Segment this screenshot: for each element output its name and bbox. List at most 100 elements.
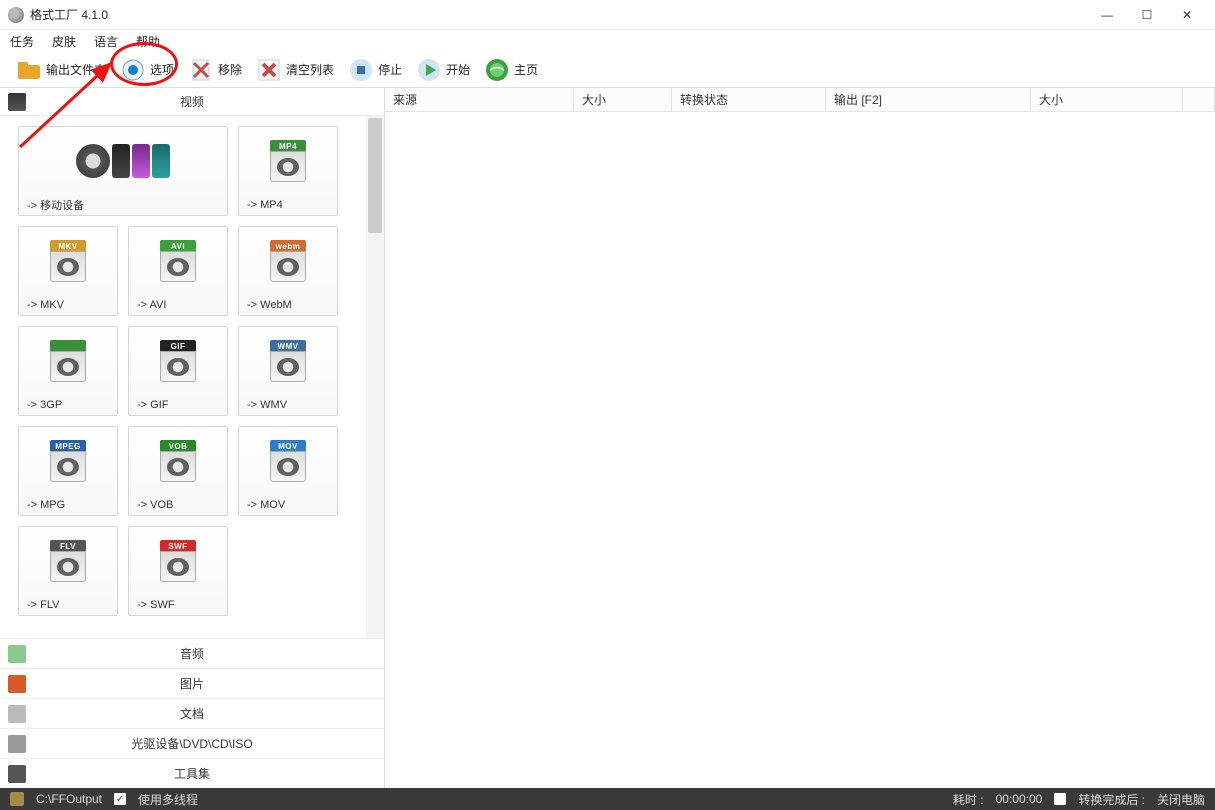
multithread-checkbox[interactable]: ✓ xyxy=(114,793,126,805)
format-tile-avi[interactable]: AVI-> AVI xyxy=(128,226,228,316)
format-icon: VOB xyxy=(129,427,227,495)
home-icon xyxy=(484,57,510,83)
clear-icon xyxy=(256,57,282,83)
main-area: 视频 -> 移动设备MP4-> MP4MKV-> MKVAVI-> AVIweb… xyxy=(0,88,1215,788)
remove-label: 移除 xyxy=(218,61,242,78)
start-label: 开始 xyxy=(446,61,470,78)
column-来源[interactable]: 来源 xyxy=(385,88,574,111)
format-tile-mkv[interactable]: MKV-> MKV xyxy=(18,226,118,316)
category-row-文档[interactable]: 文档 xyxy=(0,698,384,728)
category-icon xyxy=(8,765,26,783)
stop-label: 停止 xyxy=(378,61,402,78)
category-row-音频[interactable]: 音频 xyxy=(0,638,384,668)
app-icon xyxy=(8,7,24,23)
shutdown-checkbox[interactable]: . xyxy=(1054,793,1066,805)
format-tile-wmv[interactable]: WMV-> WMV xyxy=(238,326,338,416)
clear-label: 清空列表 xyxy=(286,61,334,78)
video-category-icon xyxy=(8,93,26,111)
left-panel: 视频 -> 移动设备MP4-> MP4MKV-> MKVAVI-> AVIweb… xyxy=(0,88,385,788)
category-icon xyxy=(8,645,26,663)
format-label: -> 3GP xyxy=(19,395,117,415)
column-输出 [F2][interactable]: 输出 [F2] xyxy=(826,88,1031,111)
elapsed-value: 00:00:00 xyxy=(996,792,1043,806)
start-button[interactable]: 开始 xyxy=(410,55,476,85)
options-label: 选项 xyxy=(150,61,174,78)
category-video-header[interactable]: 视频 xyxy=(0,88,384,116)
format-tile-vob[interactable]: VOB-> VOB xyxy=(128,426,228,516)
toolbar: 输出文件夹 选项 移除 清空列表 停止 开始 主页 xyxy=(0,52,1215,88)
menu-language[interactable]: 语言 xyxy=(94,33,118,50)
format-icon: MP4 xyxy=(239,127,337,195)
format-tile-mp4[interactable]: MP4-> MP4 xyxy=(238,126,338,216)
stop-button[interactable]: 停止 xyxy=(342,55,408,85)
category-row-图片[interactable]: 图片 xyxy=(0,668,384,698)
multithread-label: 使用多线程 xyxy=(138,791,198,808)
category-label: 图片 xyxy=(34,675,376,692)
column-转换状态[interactable]: 转换状态 xyxy=(672,88,826,111)
format-tile-gif[interactable]: GIF-> GIF xyxy=(128,326,228,416)
remove-button[interactable]: 移除 xyxy=(182,55,248,85)
minimize-button[interactable]: — xyxy=(1087,1,1127,29)
clear-button[interactable]: 清空列表 xyxy=(250,55,340,85)
format-icon: MPEG xyxy=(19,427,117,495)
category-label: 光驱设备\DVD\CD\ISO xyxy=(34,735,376,752)
format-label: -> 移动设备 xyxy=(19,195,227,215)
format-icon: MKV xyxy=(19,227,117,295)
format-tile-3gp[interactable]: -> 3GP xyxy=(18,326,118,416)
left-scrollbar[interactable] xyxy=(366,116,384,638)
after-value: 关闭电脑 xyxy=(1157,791,1205,808)
format-tile-webm[interactable]: webm-> WebM xyxy=(238,226,338,316)
output-path[interactable]: C:\FFOutput xyxy=(36,792,102,806)
format-label: -> MP4 xyxy=(239,195,337,215)
format-icon: GIF xyxy=(129,327,227,395)
format-label: -> SWF xyxy=(129,595,227,615)
options-icon xyxy=(120,57,146,83)
menu-task[interactable]: 任务 xyxy=(10,33,34,50)
format-tile-flv[interactable]: FLV-> FLV xyxy=(18,526,118,616)
close-button[interactable]: ✕ xyxy=(1167,1,1207,29)
format-label: -> GIF xyxy=(129,395,227,415)
format-icon xyxy=(19,127,227,195)
format-icon: WMV xyxy=(239,327,337,395)
format-icon: AVI xyxy=(129,227,227,295)
menu-help[interactable]: 帮助 xyxy=(136,33,160,50)
format-label: -> MOV xyxy=(239,495,337,515)
category-label: 文档 xyxy=(34,705,376,722)
format-label: -> WebM xyxy=(239,295,337,315)
output-folder-icon[interactable] xyxy=(10,792,24,806)
format-label: -> VOB xyxy=(129,495,227,515)
remove-icon xyxy=(188,57,214,83)
column-大小[interactable]: 大小 xyxy=(1031,88,1183,111)
format-icon: FLV xyxy=(19,527,117,595)
window-title: 格式工厂 4.1.0 xyxy=(30,6,1087,23)
stop-icon xyxy=(348,57,374,83)
maximize-button[interactable]: ☐ xyxy=(1127,1,1167,29)
menu-skin[interactable]: 皮肤 xyxy=(52,33,76,50)
home-label: 主页 xyxy=(514,61,538,78)
format-tile-[interactable]: -> 移动设备 xyxy=(18,126,228,216)
format-tile-mpg[interactable]: MPEG-> MPG xyxy=(18,426,118,516)
scrollbar-thumb[interactable] xyxy=(368,118,382,233)
video-format-grid: -> 移动设备MP4-> MP4MKV-> MKVAVI-> AVIwebm->… xyxy=(0,116,366,638)
output-folder-button[interactable]: 输出文件夹 xyxy=(10,55,112,85)
home-button[interactable]: 主页 xyxy=(478,55,544,85)
category-icon xyxy=(8,675,26,693)
format-icon: MOV xyxy=(239,427,337,495)
format-icon xyxy=(19,327,117,395)
format-label: -> AVI xyxy=(129,295,227,315)
task-list[interactable] xyxy=(385,112,1215,788)
statusbar: C:\FFOutput ✓ 使用多线程 耗时 : 00:00:00 . 转换完成… xyxy=(0,788,1215,810)
format-label: -> WMV xyxy=(239,395,337,415)
category-label: 工具集 xyxy=(34,765,376,782)
task-columns-header: 来源大小转换状态输出 [F2]大小 xyxy=(385,88,1215,112)
category-icon xyxy=(8,735,26,753)
start-icon xyxy=(416,57,442,83)
format-tile-swf[interactable]: SWF-> SWF xyxy=(128,526,228,616)
format-label: -> FLV xyxy=(19,595,117,615)
column-大小[interactable]: 大小 xyxy=(574,88,672,111)
format-tile-mov[interactable]: MOV-> MOV xyxy=(238,426,338,516)
column-spacer xyxy=(1183,88,1215,111)
category-row-工具集[interactable]: 工具集 xyxy=(0,758,384,788)
options-button[interactable]: 选项 xyxy=(114,55,180,85)
category-row-光驱设备\DVD\CD\ISO[interactable]: 光驱设备\DVD\CD\ISO xyxy=(0,728,384,758)
